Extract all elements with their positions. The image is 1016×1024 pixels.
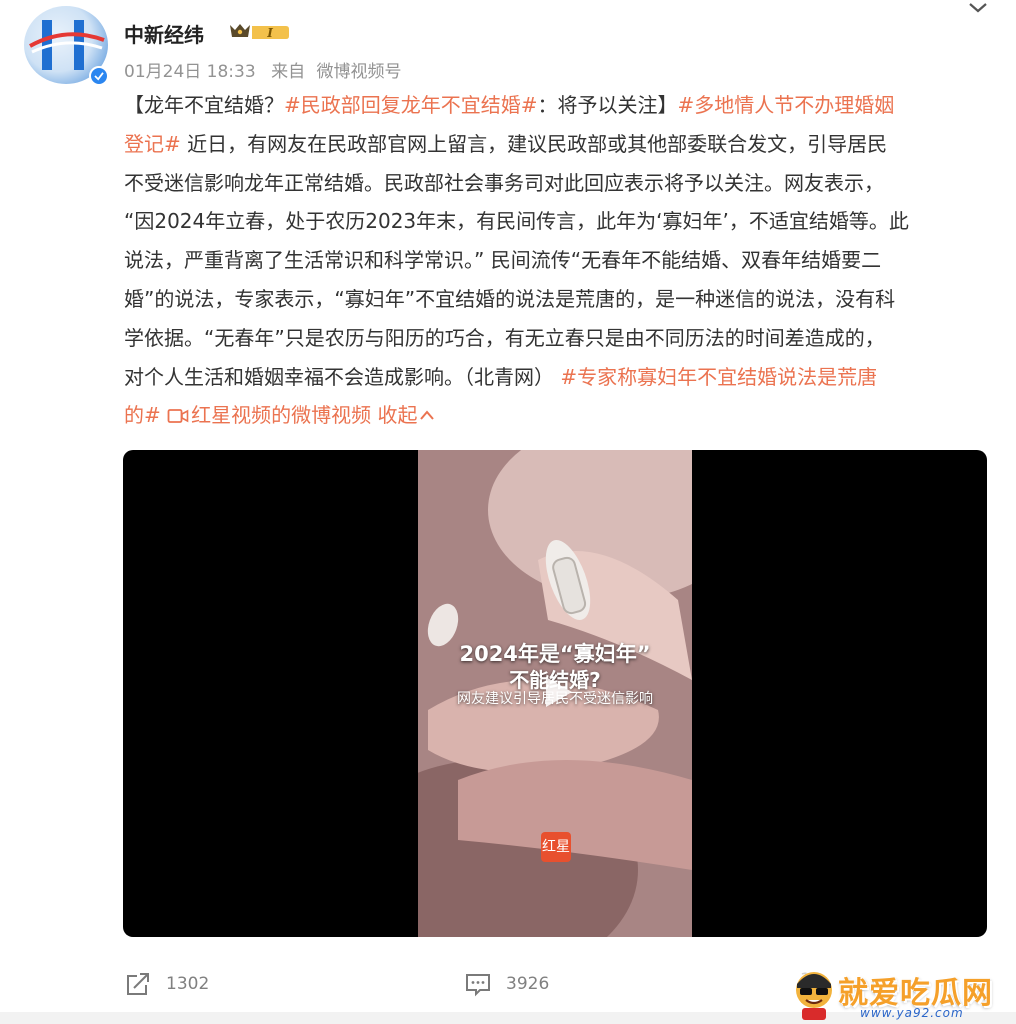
video-brand-logo: 红星	[541, 832, 571, 862]
collapse-button[interactable]: 收起	[371, 403, 435, 427]
post-text-line: 不受迷信影响龙年正常结婚。民政部社会事务司对此回应表示将予以关注。网友表示，	[124, 164, 984, 203]
hashtag-link[interactable]: #多地情人节不办理婚姻	[678, 93, 895, 117]
post-text-line: 说法，严重背离了生活常识和科学常识。” 民间流传“无春年不能结婚、双春年结婚要二	[124, 241, 984, 280]
chevron-up-icon	[420, 410, 435, 421]
post-text-segment: ：将予以关注】	[537, 93, 678, 117]
watermark-url: www.ya92.com	[860, 1006, 964, 1020]
author-name[interactable]: 中新经纬	[124, 19, 204, 48]
share-icon	[127, 973, 149, 995]
video-camera-icon	[167, 409, 189, 424]
post-text-line: 登记# 近日，有网友在民政部官网上留言，建议民政部或其他部委联合发文，引导居民	[124, 125, 984, 164]
post-text-segment: 说法，严重背离了生活常识和科学常识。” 民间流传“无春年不能结婚、双春年结婚要二	[124, 248, 882, 273]
post-text-line: 婚”的说法，专家表示，“寡妇年”不宜结婚的说法是荒唐的，是一种迷信的说法，没有科	[124, 280, 984, 319]
chevron-down-icon[interactable]	[964, 0, 992, 18]
post-text-line: 对个人生活和婚姻幸福不会造成影响。（北青网） #专家称寡妇年不宜结婚说法是荒唐	[124, 358, 984, 397]
weibo-post-card: 中新经纬 I 01月24日 18:33 来自 微博视频号 【龙年不宜结婚？#民政…	[0, 0, 1016, 1024]
video-frame[interactable]: 2024年是“寡妇年” 不能结婚? 网友建议引导居民不受迷信影响 红星	[418, 450, 692, 937]
post-date[interactable]: 01月24日 18:33	[124, 62, 256, 82]
post-text-segment: 近日，有网友在民政部官网上留言，建议民政部或其他部委联合发文，引导居民	[180, 131, 888, 156]
site-watermark: 就爱吃瓜网 www.ya92.com	[790, 966, 1016, 1024]
video-player[interactable]: 2024年是“寡妇年” 不能结婚? 网友建议引导居民不受迷信影响 红星	[123, 450, 987, 937]
share-count: 1302	[166, 974, 210, 994]
hashtag-link[interactable]: 的#	[124, 403, 161, 427]
verified-badge-icon	[89, 66, 109, 86]
post-text-line: 学依据。“无春年”只是农历与阳历的巧合，有无立春只是由不同历法的时间差造成的，	[124, 319, 984, 358]
comment-icon	[466, 974, 490, 997]
vip-level-badge[interactable]: I	[228, 21, 290, 43]
post-meta: 01月24日 18:33 来自 微博视频号	[124, 57, 411, 82]
post-text-line: 的# 红星视频的微博视频 收起	[124, 396, 984, 435]
post-text-segment: 不受迷信影响龙年正常结婚。民政部社会事务司对此回应表示将予以关注。网友表示，	[124, 170, 884, 195]
post-text-line: 【龙年不宜结婚？#民政部回复龙年不宜结婚#：将予以关注】#多地情人节不办理婚姻	[124, 86, 984, 125]
post-text-segment: “因2024年立春，处于农历2023年末，有民间传言，此年为‘寡妇年’，不适宜结…	[124, 209, 909, 234]
post-text-line: “因2024年立春，处于农历2023年末，有民间传言，此年为‘寡妇年’，不适宜结…	[124, 202, 984, 241]
mascot-icon	[796, 972, 832, 1020]
post-text-segment: 对个人生活和婚姻幸福不会造成影响。（北青网）	[124, 364, 561, 389]
hashtag-link[interactable]: #专家称寡妇年不宜结婚说法是荒唐	[560, 365, 877, 389]
hashtag-link[interactable]: 登记#	[124, 132, 181, 156]
comment-count: 3926	[506, 974, 550, 994]
source-prefix: 来自	[271, 62, 306, 82]
post-text-segment: 【龙年不宜结婚？	[124, 93, 284, 117]
post-text: 【龙年不宜结婚？#民政部回复龙年不宜结婚#：将予以关注】#多地情人节不办理婚姻登…	[124, 86, 984, 435]
source-name[interactable]: 微博视频号	[316, 62, 401, 82]
play-icon[interactable]	[528, 665, 582, 719]
video-source-link[interactable]: 红星视频的微博视频	[167, 403, 371, 427]
post-text-segment: 婚”的说法，专家表示，“寡妇年”不宜结婚的说法是荒唐的，是一种迷信的说法，没有科	[124, 286, 896, 311]
hashtag-link[interactable]: #民政部回复龙年不宜结婚#	[284, 93, 538, 117]
comment-button[interactable]: 3926	[464, 970, 549, 998]
post-text-segment: 学依据。“无春年”只是农历与阳历的巧合，有无立春只是由不同历法的时间差造成的，	[124, 325, 885, 350]
svg-text:I: I	[266, 26, 273, 40]
share-button[interactable]: 1302	[124, 970, 209, 998]
